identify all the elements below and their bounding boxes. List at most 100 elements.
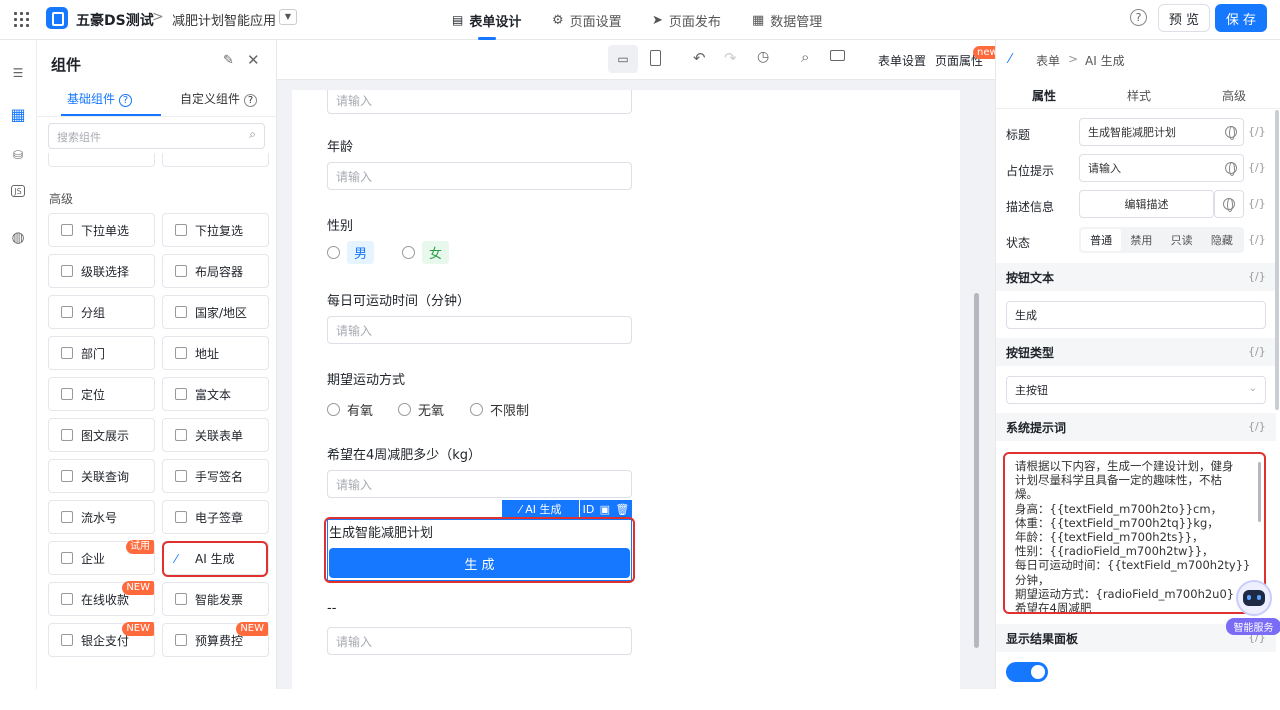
placeholder-field[interactable]: 请输入	[1079, 154, 1244, 182]
component-tag: NEW	[236, 622, 268, 636]
state-normal[interactable]: 普通	[1081, 229, 1122, 251]
save-button[interactable]: 保 存	[1215, 4, 1267, 32]
formula-icon[interactable]: {/}	[1248, 197, 1266, 210]
component-item[interactable]: 关联表单	[162, 418, 269, 452]
system-prompt-textarea[interactable]: 请根据以下内容，生成一个建设计划，健身 计划尽量科学且具备一定的趣味性，不枯 燥。身…	[1003, 452, 1266, 614]
globe-icon[interactable]: ◍	[7, 226, 29, 248]
components-icon[interactable]: ▦	[7, 103, 29, 125]
component-item[interactable]: 在线收款 NEW	[48, 581, 155, 616]
component-item[interactable]: 企业 试用	[48, 540, 155, 575]
exercise-option-anaerobic[interactable]: 无氧	[398, 400, 444, 419]
database-icon[interactable]: ⛁	[7, 144, 29, 166]
button-text-field[interactable]: 生成	[1006, 301, 1266, 329]
tab-page-settings[interactable]: ⚙ 页面设置	[552, 0, 622, 40]
component-item[interactable]: 国家/地区	[162, 295, 269, 329]
search-icon[interactable]: ⌕	[801, 48, 809, 66]
component-item[interactable]: 级联选择	[48, 254, 155, 288]
tab-page-publish[interactable]: ➤ 页面发布	[652, 0, 721, 40]
copy-icon[interactable]: ▣	[600, 503, 610, 516]
button-type-select[interactable]: 主按钮 ⌄	[1006, 376, 1266, 404]
time-input[interactable]: 请输入	[327, 316, 632, 344]
outline-icon[interactable]: ☰	[7, 62, 29, 84]
exercise-option-aerobic[interactable]: 有氧	[327, 400, 373, 419]
page-name[interactable]: 减肥计划智能应用	[172, 10, 276, 29]
component-item[interactable]: 布局容器	[162, 254, 269, 288]
gender-option-female[interactable]: 女	[402, 241, 450, 264]
history-icon[interactable]: ◷	[757, 49, 769, 65]
age-label: 年龄	[327, 140, 354, 155]
app-name[interactable]: 五豪DS测试	[76, 10, 154, 30]
props-scrollbar[interactable]	[1275, 110, 1279, 410]
time-label: 每日可运动时间（分钟）	[327, 294, 471, 309]
component-item[interactable]: 关联查询	[48, 459, 155, 493]
component-item[interactable]: 预算费控 NEW	[162, 622, 269, 657]
tab-form-design[interactable]: ▤ 表单设计	[452, 0, 521, 40]
app-grid-icon[interactable]	[14, 12, 29, 27]
smart-service-label[interactable]: 智能服务	[1226, 618, 1280, 635]
component-item[interactable]: 部门	[48, 336, 155, 370]
title-field[interactable]: 生成智能减肥计划	[1079, 118, 1244, 146]
state-readonly[interactable]: 只读	[1162, 229, 1202, 251]
tab-basic-components[interactable]: 基础组件 ?	[67, 90, 133, 107]
component-item[interactable]: 银企支付 NEW	[48, 622, 155, 657]
component-item[interactable]: 图文展示	[48, 418, 155, 452]
comp-item-clipped[interactable]	[48, 153, 155, 167]
delete-icon[interactable]: 🗑	[615, 503, 629, 516]
formula-icon[interactable]: {/}	[1248, 233, 1266, 246]
component-item[interactable]: 下拉复选	[162, 213, 269, 247]
component-item[interactable]: 手写签名	[162, 459, 269, 493]
comp-item-clipped[interactable]	[162, 153, 269, 167]
formula-icon[interactable]: {/}	[1248, 420, 1266, 433]
tab-custom-components[interactable]: 自定义组件 ?	[180, 90, 258, 107]
tab-properties[interactable]: 属性	[1032, 87, 1056, 104]
redo-icon[interactable]: ↷	[724, 49, 737, 67]
pin-icon[interactable]: ✎	[223, 53, 234, 68]
formula-icon[interactable]: {/}	[1248, 270, 1266, 283]
form-settings-button[interactable]: 表单设置	[878, 52, 926, 69]
tab-advanced[interactable]: 高级	[1222, 87, 1246, 104]
page-dropdown-icon[interactable]: ▼	[279, 9, 297, 25]
formula-icon[interactable]: {/}	[1248, 161, 1266, 174]
globe-icon[interactable]	[1225, 126, 1237, 140]
component-search[interactable]: 搜索组件 ⌕	[48, 123, 265, 149]
component-item[interactable]: 分组	[48, 295, 155, 329]
last-input[interactable]: 请输入	[327, 627, 632, 655]
desktop-view-icon[interactable]: ▭	[608, 45, 638, 73]
breadcrumb-form[interactable]: 表单	[1036, 52, 1060, 69]
preview-button[interactable]: 预 览	[1158, 4, 1210, 32]
js-icon[interactable]: JS	[11, 185, 25, 197]
state-disabled[interactable]: 禁用	[1121, 229, 1161, 251]
canvas-scrollbar[interactable]	[974, 293, 979, 648]
age-input[interactable]: 请输入	[327, 162, 632, 190]
component-item[interactable]: 地址	[162, 336, 269, 370]
description-globe-button[interactable]	[1214, 190, 1244, 218]
text-input-top[interactable]: 请输入	[327, 90, 632, 114]
target-input[interactable]: 请输入	[327, 470, 632, 498]
id-button[interactable]: ID	[583, 503, 595, 516]
formula-icon[interactable]: {/}	[1248, 345, 1266, 358]
undo-icon[interactable]: ↶	[693, 49, 706, 67]
component-item[interactable]: 定位	[48, 377, 155, 411]
smart-service-robot-icon[interactable]	[1236, 580, 1272, 616]
tab-data-management[interactable]: ▦ 数据管理	[752, 0, 822, 40]
component-item[interactable]: 下拉单选	[48, 213, 155, 247]
tab-style[interactable]: 样式	[1127, 87, 1151, 104]
component-item[interactable]: 富文本	[162, 377, 269, 411]
component-item[interactable]: 电子签章	[162, 500, 269, 534]
help-icon[interactable]: ?	[1130, 9, 1147, 26]
mobile-view-icon[interactable]	[650, 50, 661, 66]
ai-component-tag[interactable]: ⁄ AI 生成	[502, 500, 579, 518]
gender-option-male[interactable]: 男	[327, 241, 375, 264]
keyboard-icon[interactable]	[830, 50, 845, 61]
title-label: 标题	[1006, 128, 1031, 142]
component-item[interactable]: 流水号	[48, 500, 155, 534]
close-icon[interactable]: ✕	[247, 51, 260, 69]
formula-icon[interactable]: {/}	[1248, 125, 1266, 138]
component-item[interactable]: 智能发票	[162, 582, 269, 616]
globe-icon[interactable]	[1225, 162, 1237, 176]
exercise-option-any[interactable]: 不限制	[470, 400, 529, 419]
edit-description-button[interactable]: 编辑描述	[1079, 190, 1214, 218]
result-panel-toggle[interactable]	[1006, 662, 1048, 682]
state-hidden[interactable]: 隐藏	[1202, 229, 1242, 251]
prompt-scrollbar[interactable]	[1258, 462, 1261, 522]
